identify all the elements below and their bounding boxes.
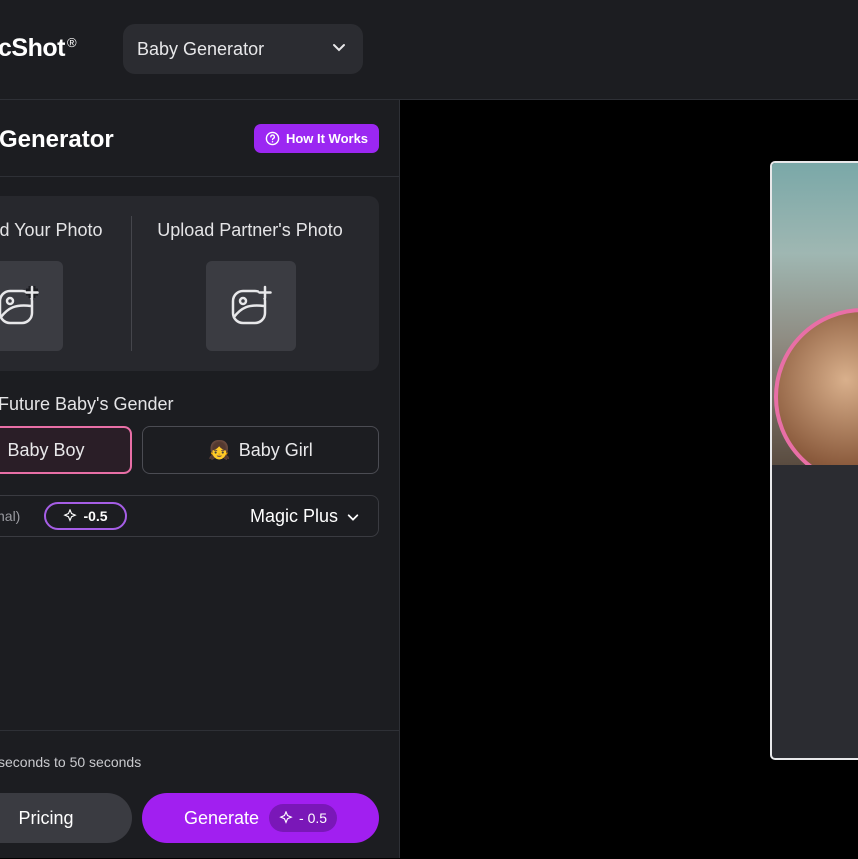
add-image-icon	[231, 285, 272, 325]
upload-your-photo-label: d Your Photo	[0, 220, 103, 240]
model-selector[interactable]: Magic Plus	[250, 506, 360, 527]
sparkle-icon	[63, 509, 78, 522]
credit-cost-badge: -0.5	[44, 502, 127, 530]
upload-partner-photo-label: Upload Partner's Photo	[157, 220, 343, 240]
preview-card	[770, 161, 858, 760]
page-title: Generator	[0, 126, 114, 153]
panel-header: Generator How It Works	[0, 100, 399, 177]
upload-card: d Your Photo Upload Partner's Photo	[0, 196, 379, 371]
mode-hint: nal)	[0, 508, 21, 524]
panel-footer: seconds to 50 seconds Pricing Generate -…	[0, 730, 399, 859]
generation-mode-row: nal) -0.5 Magic Plus	[0, 495, 379, 537]
upload-your-photo[interactable]: d Your Photo	[0, 196, 146, 371]
upload-your-photo-button[interactable]	[0, 261, 63, 351]
couple-photo-circle	[774, 308, 858, 465]
upload-divider	[131, 216, 132, 351]
chevron-down-icon	[347, 513, 359, 521]
chevron-down-icon	[333, 44, 345, 52]
generate-cost-badge: - 0.5	[269, 804, 338, 832]
top-bar: cShot ® Baby Generator	[0, 0, 858, 100]
generate-button[interactable]: Generate - 0.5	[142, 793, 379, 843]
app-logo[interactable]: cShot ®	[0, 34, 77, 63]
upload-partner-photo[interactable]: Upload Partner's Photo	[155, 196, 345, 371]
example-photo	[772, 163, 858, 465]
add-image-icon	[0, 285, 39, 325]
tool-selector-value: Baby Generator	[137, 38, 265, 59]
question-circle-icon	[265, 131, 280, 146]
how-it-works-button[interactable]: How It Works	[254, 124, 379, 153]
gender-label: Future Baby's Gender	[0, 394, 174, 414]
upload-partner-photo-button[interactable]	[206, 261, 296, 351]
sparkle-icon	[279, 811, 293, 824]
girl-emoji-icon: 👧	[208, 439, 231, 460]
generator-panel: Generator How It Works d Your Photo Uplo…	[0, 100, 400, 858]
eta-text: seconds to 50 seconds	[0, 754, 142, 770]
tool-selector[interactable]: Baby Generator	[123, 24, 363, 74]
pricing-button[interactable]: Pricing	[0, 793, 132, 843]
baby-boy-option[interactable]: Baby Boy	[0, 426, 132, 474]
baby-girl-option[interactable]: 👧 Baby Girl	[142, 426, 379, 474]
